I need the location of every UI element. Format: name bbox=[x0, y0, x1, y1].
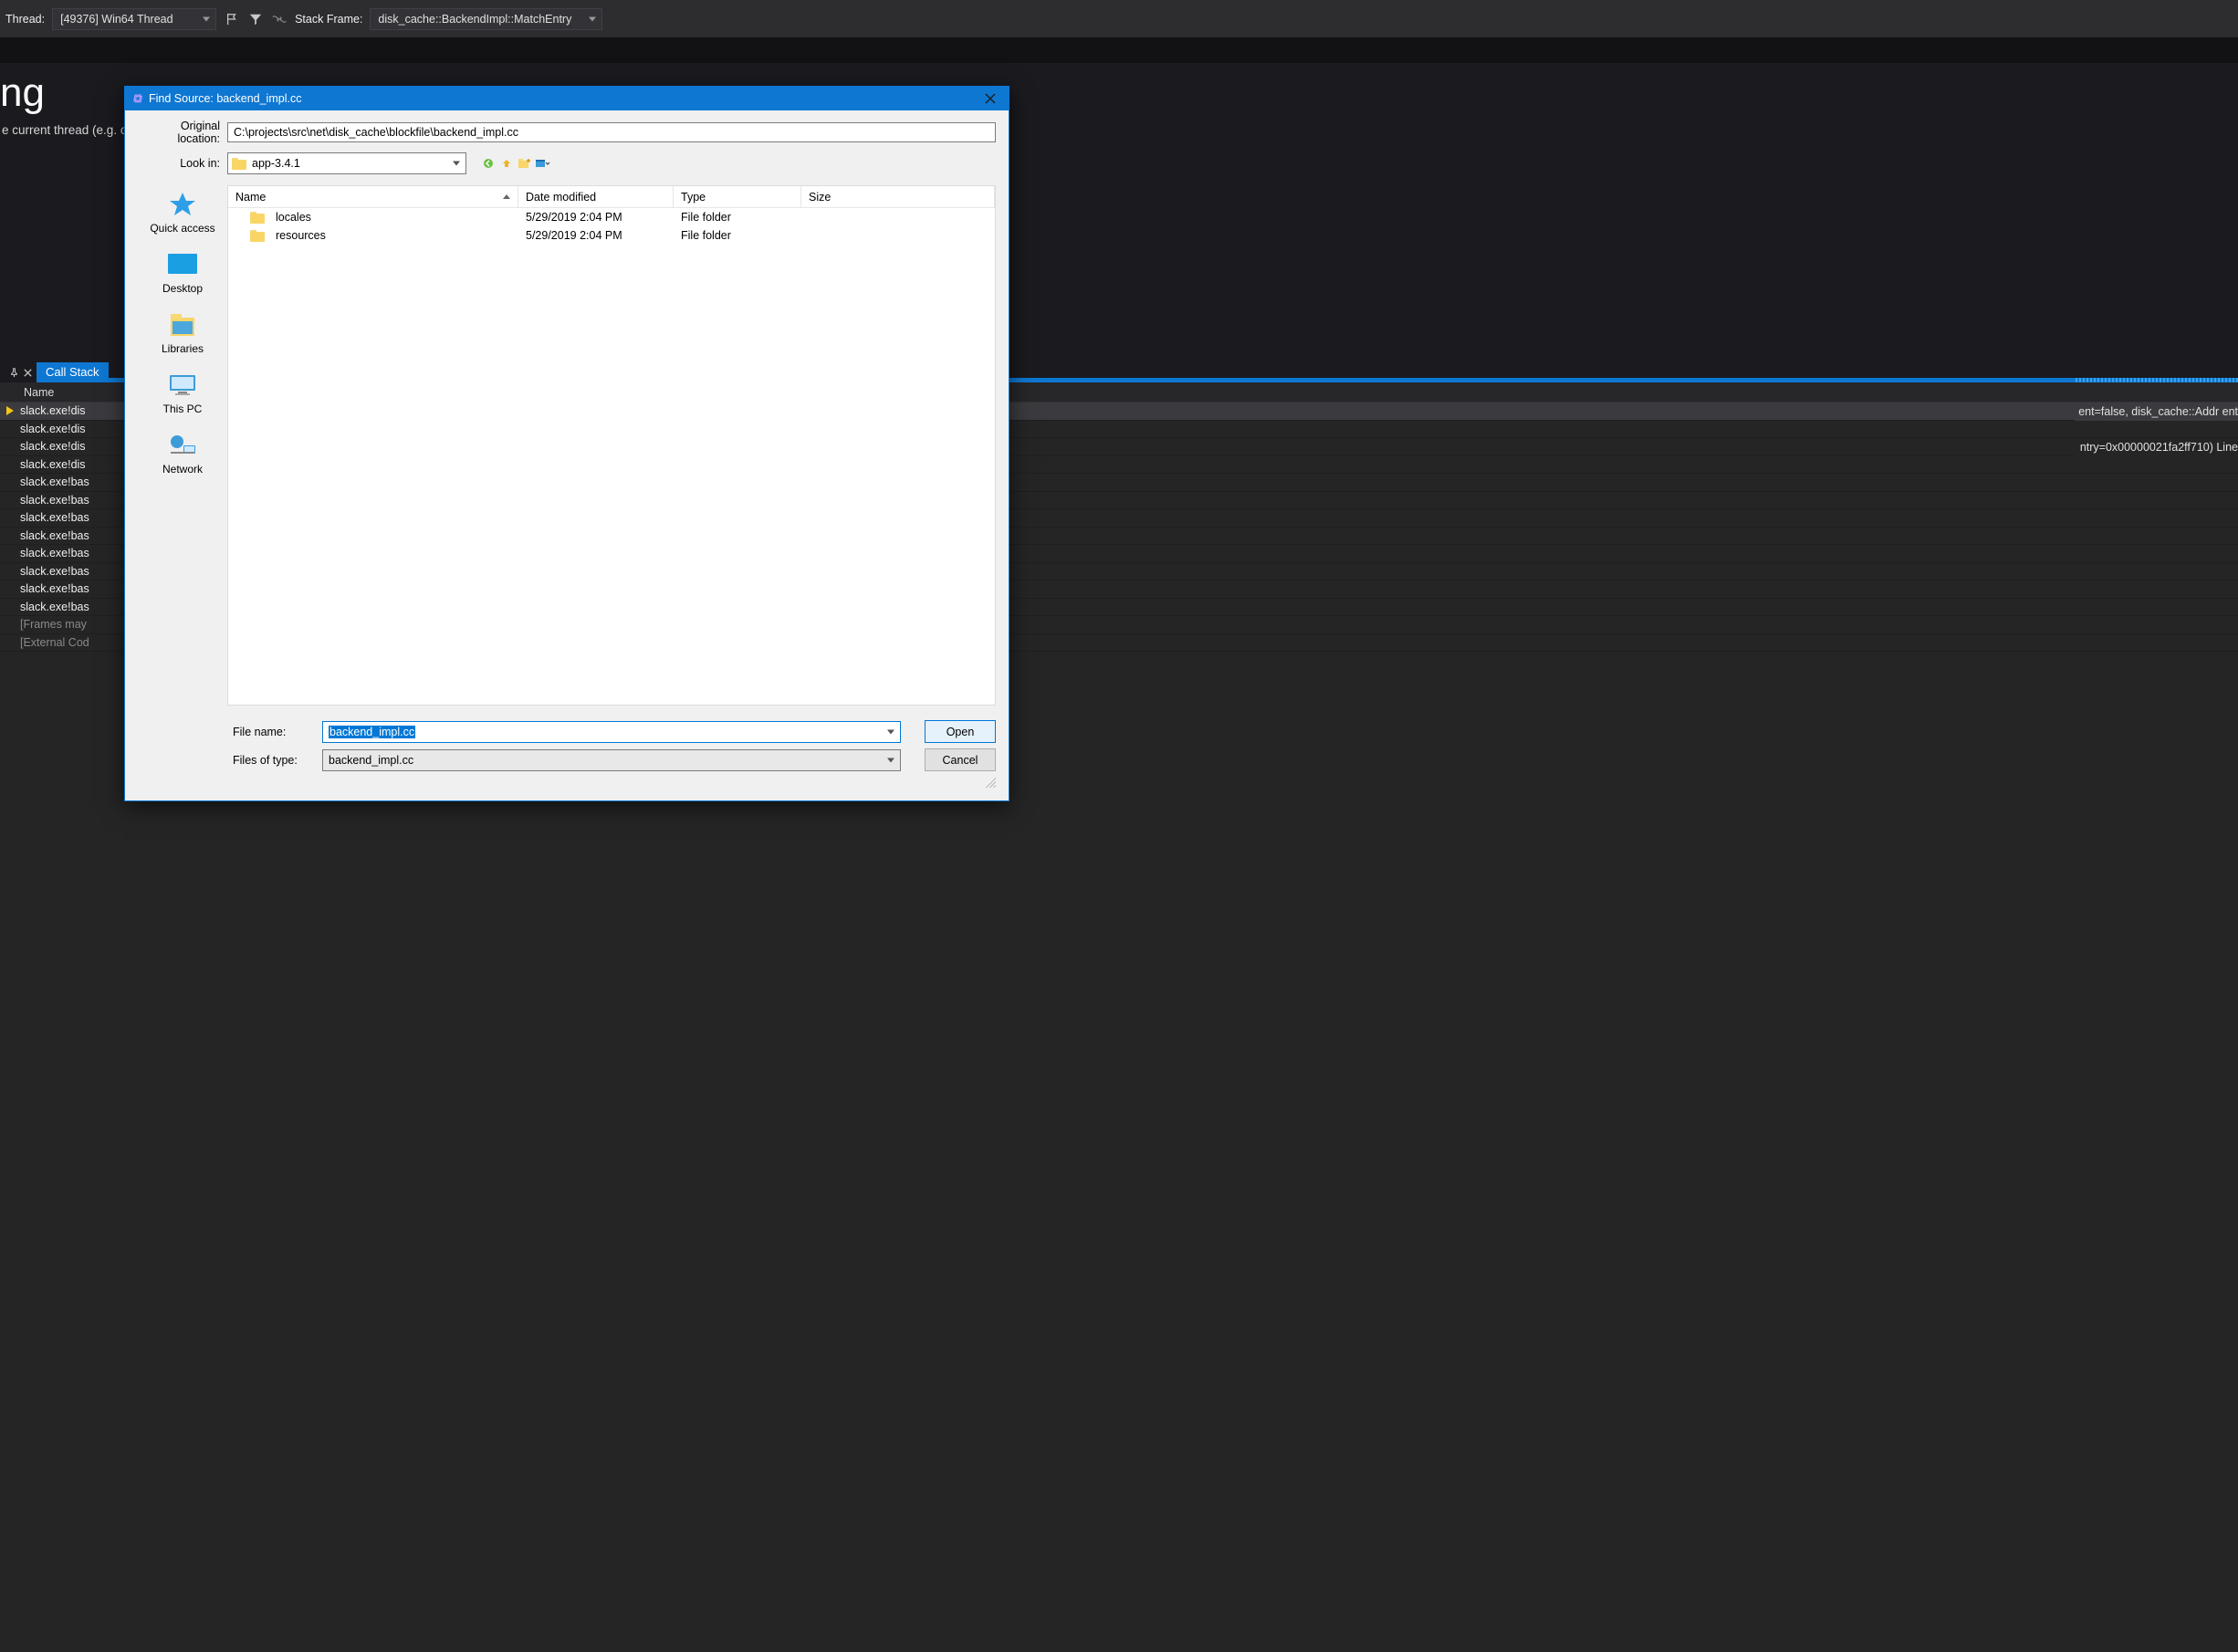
file-type: File folder bbox=[674, 229, 801, 242]
filetype-combo[interactable]: backend_impl.cc bbox=[322, 749, 901, 771]
open-button-label: Open bbox=[946, 726, 975, 738]
file-row[interactable]: locales 5/29/2019 2:04 PMFile folder bbox=[228, 208, 995, 226]
callstack-tab[interactable]: Call Stack bbox=[37, 362, 109, 382]
place-desktop-label: Desktop bbox=[162, 282, 203, 295]
callstack-header-name: Name bbox=[20, 386, 54, 399]
cancel-button-label: Cancel bbox=[943, 754, 978, 767]
stackframe-label: Stack Frame: bbox=[295, 13, 362, 26]
col-size-label: Size bbox=[809, 191, 831, 204]
original-location-label: Original location: bbox=[138, 120, 220, 145]
thread-combo[interactable]: [49376] Win64 Thread bbox=[52, 8, 216, 30]
toolbar-divider bbox=[0, 37, 2238, 63]
filetype-value: backend_impl.cc bbox=[329, 754, 413, 767]
file-list-body: locales5/29/2019 2:04 PMFile folderresou… bbox=[228, 208, 995, 705]
callstack-row-text: slack.exe!dis bbox=[20, 458, 86, 471]
callstack-row-text: [External Cod bbox=[20, 636, 89, 649]
callstack-row-rfrag-1: ent=false, disk_cache::Addr ent bbox=[2075, 403, 2238, 421]
lookin-label: Look in: bbox=[138, 157, 220, 170]
callstack-row-text: slack.exe!bas bbox=[20, 529, 89, 542]
callstack-row-text: [Frames may bbox=[20, 618, 87, 631]
filename-combo[interactable]: backend_impl.cc bbox=[322, 721, 901, 743]
file-date: 5/29/2019 2:04 PM bbox=[518, 211, 674, 224]
debug-toolbar: Thread: [49376] Win64 Thread Stack Frame… bbox=[0, 0, 2238, 37]
file-type: File folder bbox=[674, 211, 801, 224]
place-thispc[interactable]: This PC bbox=[163, 371, 203, 415]
file-list[interactable]: Name Date modified Type Size locales 5/29… bbox=[227, 185, 996, 706]
file-date: 5/29/2019 2:04 PM bbox=[518, 229, 674, 242]
resize-grip[interactable] bbox=[983, 775, 996, 788]
file-list-header[interactable]: Name Date modified Type Size bbox=[228, 186, 995, 208]
callstack-row-text: slack.exe!bas bbox=[20, 511, 89, 524]
place-libraries-label: Libraries bbox=[162, 342, 204, 355]
place-libraries[interactable]: Libraries bbox=[162, 311, 204, 355]
flag-icon[interactable] bbox=[224, 11, 240, 27]
callstack-row-rfrag-2: ntry=0x00000021fa2ff710) Line bbox=[2076, 438, 2238, 456]
dialog-titlebar[interactable]: ⧉ Find Source: backend_impl.cc bbox=[125, 87, 1009, 110]
callstack-row-text: slack.exe!dis bbox=[20, 440, 86, 453]
file-row[interactable]: resources 5/29/2019 2:04 PMFile folder bbox=[228, 226, 995, 245]
original-location-input[interactable] bbox=[227, 122, 996, 142]
callstack-row-text: slack.exe!bas bbox=[20, 547, 89, 559]
filetype-label: Files of type: bbox=[233, 754, 315, 767]
place-quickaccess-label: Quick access bbox=[150, 222, 214, 235]
file-name: resources bbox=[276, 229, 326, 242]
folder-icon bbox=[250, 230, 265, 242]
folder-icon bbox=[232, 158, 246, 170]
col-type-label: Type bbox=[681, 191, 706, 204]
visualstudio-icon: ⧉ bbox=[129, 91, 146, 106]
sort-asc-icon bbox=[503, 194, 510, 199]
swap-icon[interactable] bbox=[271, 11, 288, 27]
lookin-value: app-3.4.1 bbox=[252, 157, 300, 170]
place-network-label: Network bbox=[162, 463, 203, 476]
callstack-row-text: slack.exe!bas bbox=[20, 601, 89, 613]
up-icon[interactable] bbox=[499, 156, 514, 171]
thread-label: Thread: bbox=[5, 13, 45, 26]
callstack-row-text: slack.exe!bas bbox=[20, 582, 89, 595]
newfolder-icon[interactable] bbox=[518, 156, 532, 171]
back-icon[interactable] bbox=[481, 156, 496, 171]
current-frame-icon bbox=[6, 406, 14, 415]
stackframe-value: disk_cache::BackendImpl::MatchEntry bbox=[378, 13, 571, 26]
place-quickaccess[interactable]: Quick access bbox=[150, 191, 214, 235]
filter-icon[interactable] bbox=[247, 11, 264, 27]
stackframe-combo[interactable]: disk_cache::BackendImpl::MatchEntry bbox=[370, 8, 602, 30]
places-bar: Quick access Desktop Libraries This PC N… bbox=[138, 185, 227, 706]
find-source-dialog: ⧉ Find Source: backend_impl.cc Original … bbox=[124, 86, 1009, 801]
folder-icon bbox=[250, 212, 265, 224]
pin-icon[interactable] bbox=[9, 368, 19, 378]
dialog-title: Find Source: backend_impl.cc bbox=[149, 92, 301, 105]
dialog-nav-icons bbox=[481, 156, 550, 171]
viewmenu-icon[interactable] bbox=[536, 156, 550, 171]
open-button[interactable]: Open bbox=[925, 720, 996, 743]
place-thispc-label: This PC bbox=[163, 403, 203, 415]
callstack-row-text: slack.exe!dis bbox=[20, 404, 86, 417]
cancel-button[interactable]: Cancel bbox=[925, 748, 996, 771]
file-name: locales bbox=[276, 211, 311, 224]
lookin-combo[interactable]: app-3.4.1 bbox=[227, 152, 466, 174]
place-desktop[interactable]: Desktop bbox=[162, 251, 203, 295]
callstack-row-text: slack.exe!bas bbox=[20, 565, 89, 578]
col-name-label: Name bbox=[235, 191, 266, 204]
callstack-row-text: slack.exe!dis bbox=[20, 423, 86, 435]
place-network[interactable]: Network bbox=[162, 432, 203, 476]
filename-label: File name: bbox=[233, 726, 315, 738]
callstack-row-text: slack.exe!bas bbox=[20, 494, 89, 507]
thread-value: [49376] Win64 Thread bbox=[60, 13, 173, 26]
callstack-tab-label: Call Stack bbox=[46, 365, 99, 379]
dialog-close-button[interactable] bbox=[972, 87, 1009, 110]
callstack-row-text: slack.exe!bas bbox=[20, 476, 89, 488]
filename-value: backend_impl.cc bbox=[329, 726, 415, 738]
col-date-label: Date modified bbox=[526, 191, 596, 204]
close-panel-icon[interactable] bbox=[23, 368, 33, 378]
